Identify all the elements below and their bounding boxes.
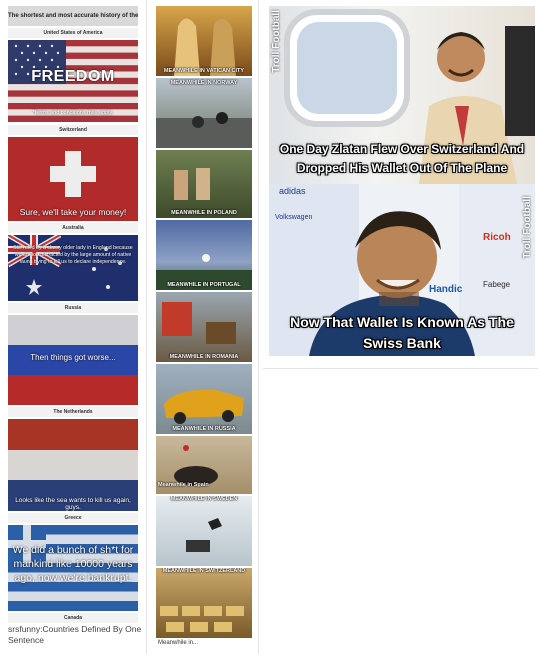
- banner-volkswagen: Volkswagen: [275, 214, 313, 221]
- tile-switzerland-caption: MEANWHILE IN SWITZERLAND: [162, 568, 246, 574]
- meme-caption-2: Now That Wallet Is Known As The Swiss Ba…: [290, 314, 514, 351]
- meme-panel-bank: adidas Volkswagen Ricoh Handic Fabege Tr…: [269, 184, 535, 356]
- banner-adidas: adidas: [279, 186, 306, 196]
- flag-australia-text: Still ruled by a classy older lady in En…: [13, 245, 133, 265]
- watermark-troll-football-1: Troll Football: [271, 10, 282, 73]
- caption-switzerland: Switzerland: [8, 125, 138, 135]
- caption-usa: United States of America: [8, 28, 138, 38]
- flag-usa-subtext: *terms and conditions may apply.: [32, 110, 114, 116]
- meanwhile-footer[interactable]: Meanwhile in...: [158, 640, 198, 646]
- tile-portugal: MEANWHILE IN PORTUGAL: [156, 220, 252, 290]
- watermark-troll-football-2: Troll Football: [522, 196, 533, 259]
- tile-vatican: MEANWHILE IN VATICAN CITY: [156, 6, 252, 76]
- countries-one-sentence-pin[interactable]: The shortest and most accurate history o…: [0, 0, 147, 654]
- tile-romania: MEANWHILE IN ROMANIA: [156, 292, 252, 362]
- tile-poland-caption: MEANWHILE IN POLAND: [171, 210, 237, 216]
- meme-caption-1: One Day Zlatan Flew Over Switzerland And…: [279, 142, 525, 175]
- flag-netherlands: Looks like the sea wants to kill us agai…: [8, 419, 138, 511]
- tile-russia-caption: MEANWHILE IN RUSSIA: [172, 426, 236, 432]
- flag-russia: Then things got worse...: [8, 315, 138, 405]
- tile-poland: MEANWHILE IN POLAND: [156, 150, 252, 218]
- flag-greece: We did a bunch of sh*t for mankind like …: [8, 525, 138, 611]
- caption-canada: Canada: [8, 613, 138, 623]
- flag-switzerland: Sure, we'll take your money!: [8, 137, 138, 221]
- caption-greece: Greece: [8, 513, 138, 523]
- pin-footer[interactable]: srsfunny:Countries Defined By One Senten…: [8, 624, 142, 646]
- tile-vatican-caption: MEANWHILE IN VATICAN CITY: [163, 68, 245, 74]
- tile-portugal-caption: MEANWHILE IN PORTUGAL: [167, 282, 241, 288]
- tile-spain: Meanwhile in Spain: [156, 436, 252, 494]
- meme-panel-plane: Troll Football One Day Zlatan Flew Over …: [269, 6, 535, 184]
- flag-russia-text: Then things got worse...: [30, 353, 116, 362]
- banner-handic: Handic: [429, 284, 463, 295]
- tile-sweden: MEANWHILE IN SWEDEN: [156, 496, 252, 566]
- flag-usa-text: FREEDOM: [31, 68, 115, 85]
- tile-romania-caption: MEANWHILE IN ROMANIA: [169, 354, 239, 360]
- tile-sweden-caption: MEANWHILE IN SWEDEN: [170, 496, 238, 502]
- tile-norway-caption: MEANWHILE IN NORWAY: [170, 80, 238, 86]
- flag-greece-text: We did a bunch of sh*t for mankind like …: [12, 544, 134, 584]
- banner-ricoh: Ricoh: [483, 232, 511, 243]
- caption-netherlands: The Netherlands: [8, 407, 138, 417]
- tile-switzerland: MEANWHILE IN SWITZERLAND: [156, 568, 252, 638]
- caption-russia: Russia: [8, 303, 138, 313]
- zlatan-meme-pin[interactable]: Troll Football One Day Zlatan Flew Over …: [263, 0, 538, 369]
- flag-netherlands-text: Looks like the sea wants to kill us agai…: [15, 497, 131, 511]
- flag-australia: Still ruled by a classy older lady in En…: [8, 235, 138, 301]
- tile-russia: MEANWHILE IN RUSSIA: [156, 364, 252, 434]
- meanwhile-in-pin[interactable]: MEANWHILE IN VATICAN CITY MEANWHILE IN N…: [150, 0, 259, 654]
- tile-norway: MEANWHILE IN NORWAY: [156, 78, 252, 148]
- flag-usa: FREEDOM *terms and conditions may apply.: [8, 40, 138, 122]
- tile-spain-caption: Meanwhile in Spain: [158, 482, 209, 488]
- flag-switzerland-text: Sure, we'll take your money!: [19, 207, 127, 217]
- caption-australia: Australia: [8, 223, 138, 233]
- banner-fabege: Fabege: [483, 280, 511, 289]
- pin-title: The shortest and most accurate history o…: [8, 6, 138, 26]
